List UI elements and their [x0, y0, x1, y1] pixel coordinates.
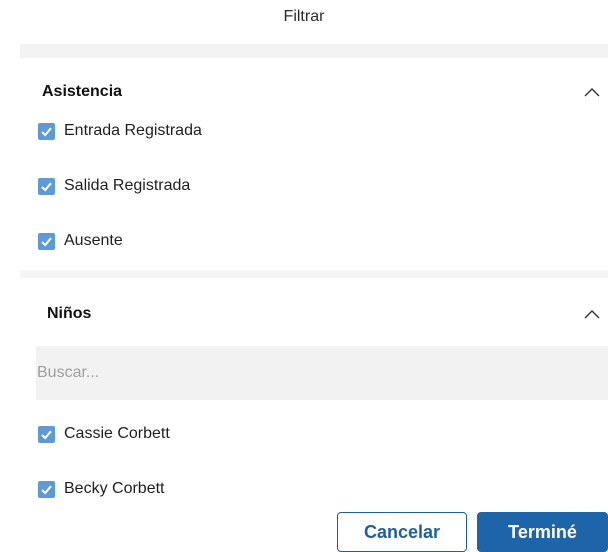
checkbox[interactable] [38, 122, 55, 140]
section-header-children[interactable]: Niños [0, 302, 608, 326]
checkbox[interactable] [38, 177, 55, 195]
filter-dialog: Filtrar Asistencia Entrada Registrada Sa… [0, 0, 608, 552]
section-divider [20, 270, 608, 278]
chevron-up-icon[interactable] [584, 84, 600, 100]
checkbox-label: Ausente [64, 232, 123, 249]
section-title-children: Niños [47, 305, 92, 322]
dialog-title: Filtrar [283, 8, 325, 25]
check-icon [41, 237, 52, 246]
checkbox-row-becky[interactable]: Becky Corbett [38, 478, 164, 500]
check-icon [41, 127, 52, 136]
check-icon [41, 430, 52, 439]
checkbox[interactable] [38, 232, 55, 250]
section-title-attendance: Asistencia [42, 83, 123, 100]
search-input[interactable] [36, 346, 608, 400]
checkbox-label: Cassie Corbett [64, 425, 170, 442]
chevron-up-icon[interactable] [584, 306, 600, 322]
divider-band [20, 44, 608, 58]
checkbox-row-cassie[interactable]: Cassie Corbett [38, 423, 170, 445]
cancel-button[interactable]: Cancelar [337, 512, 467, 552]
checkbox-label: Entrada Registrada [64, 122, 202, 139]
checkbox-label: Becky Corbett [64, 480, 165, 497]
checkbox[interactable] [38, 480, 55, 498]
checkbox[interactable] [38, 425, 55, 443]
check-icon [41, 485, 52, 494]
checkbox-row-ausente[interactable]: Ausente [38, 230, 123, 252]
section-header-attendance[interactable]: Asistencia [0, 80, 608, 104]
check-icon [41, 182, 52, 191]
checkbox-row-salida[interactable]: Salida Registrada [38, 175, 190, 197]
done-button[interactable]: Terminé [477, 512, 608, 552]
checkbox-label: Salida Registrada [64, 177, 191, 194]
checkbox-row-entrada[interactable]: Entrada Registrada [38, 120, 202, 142]
